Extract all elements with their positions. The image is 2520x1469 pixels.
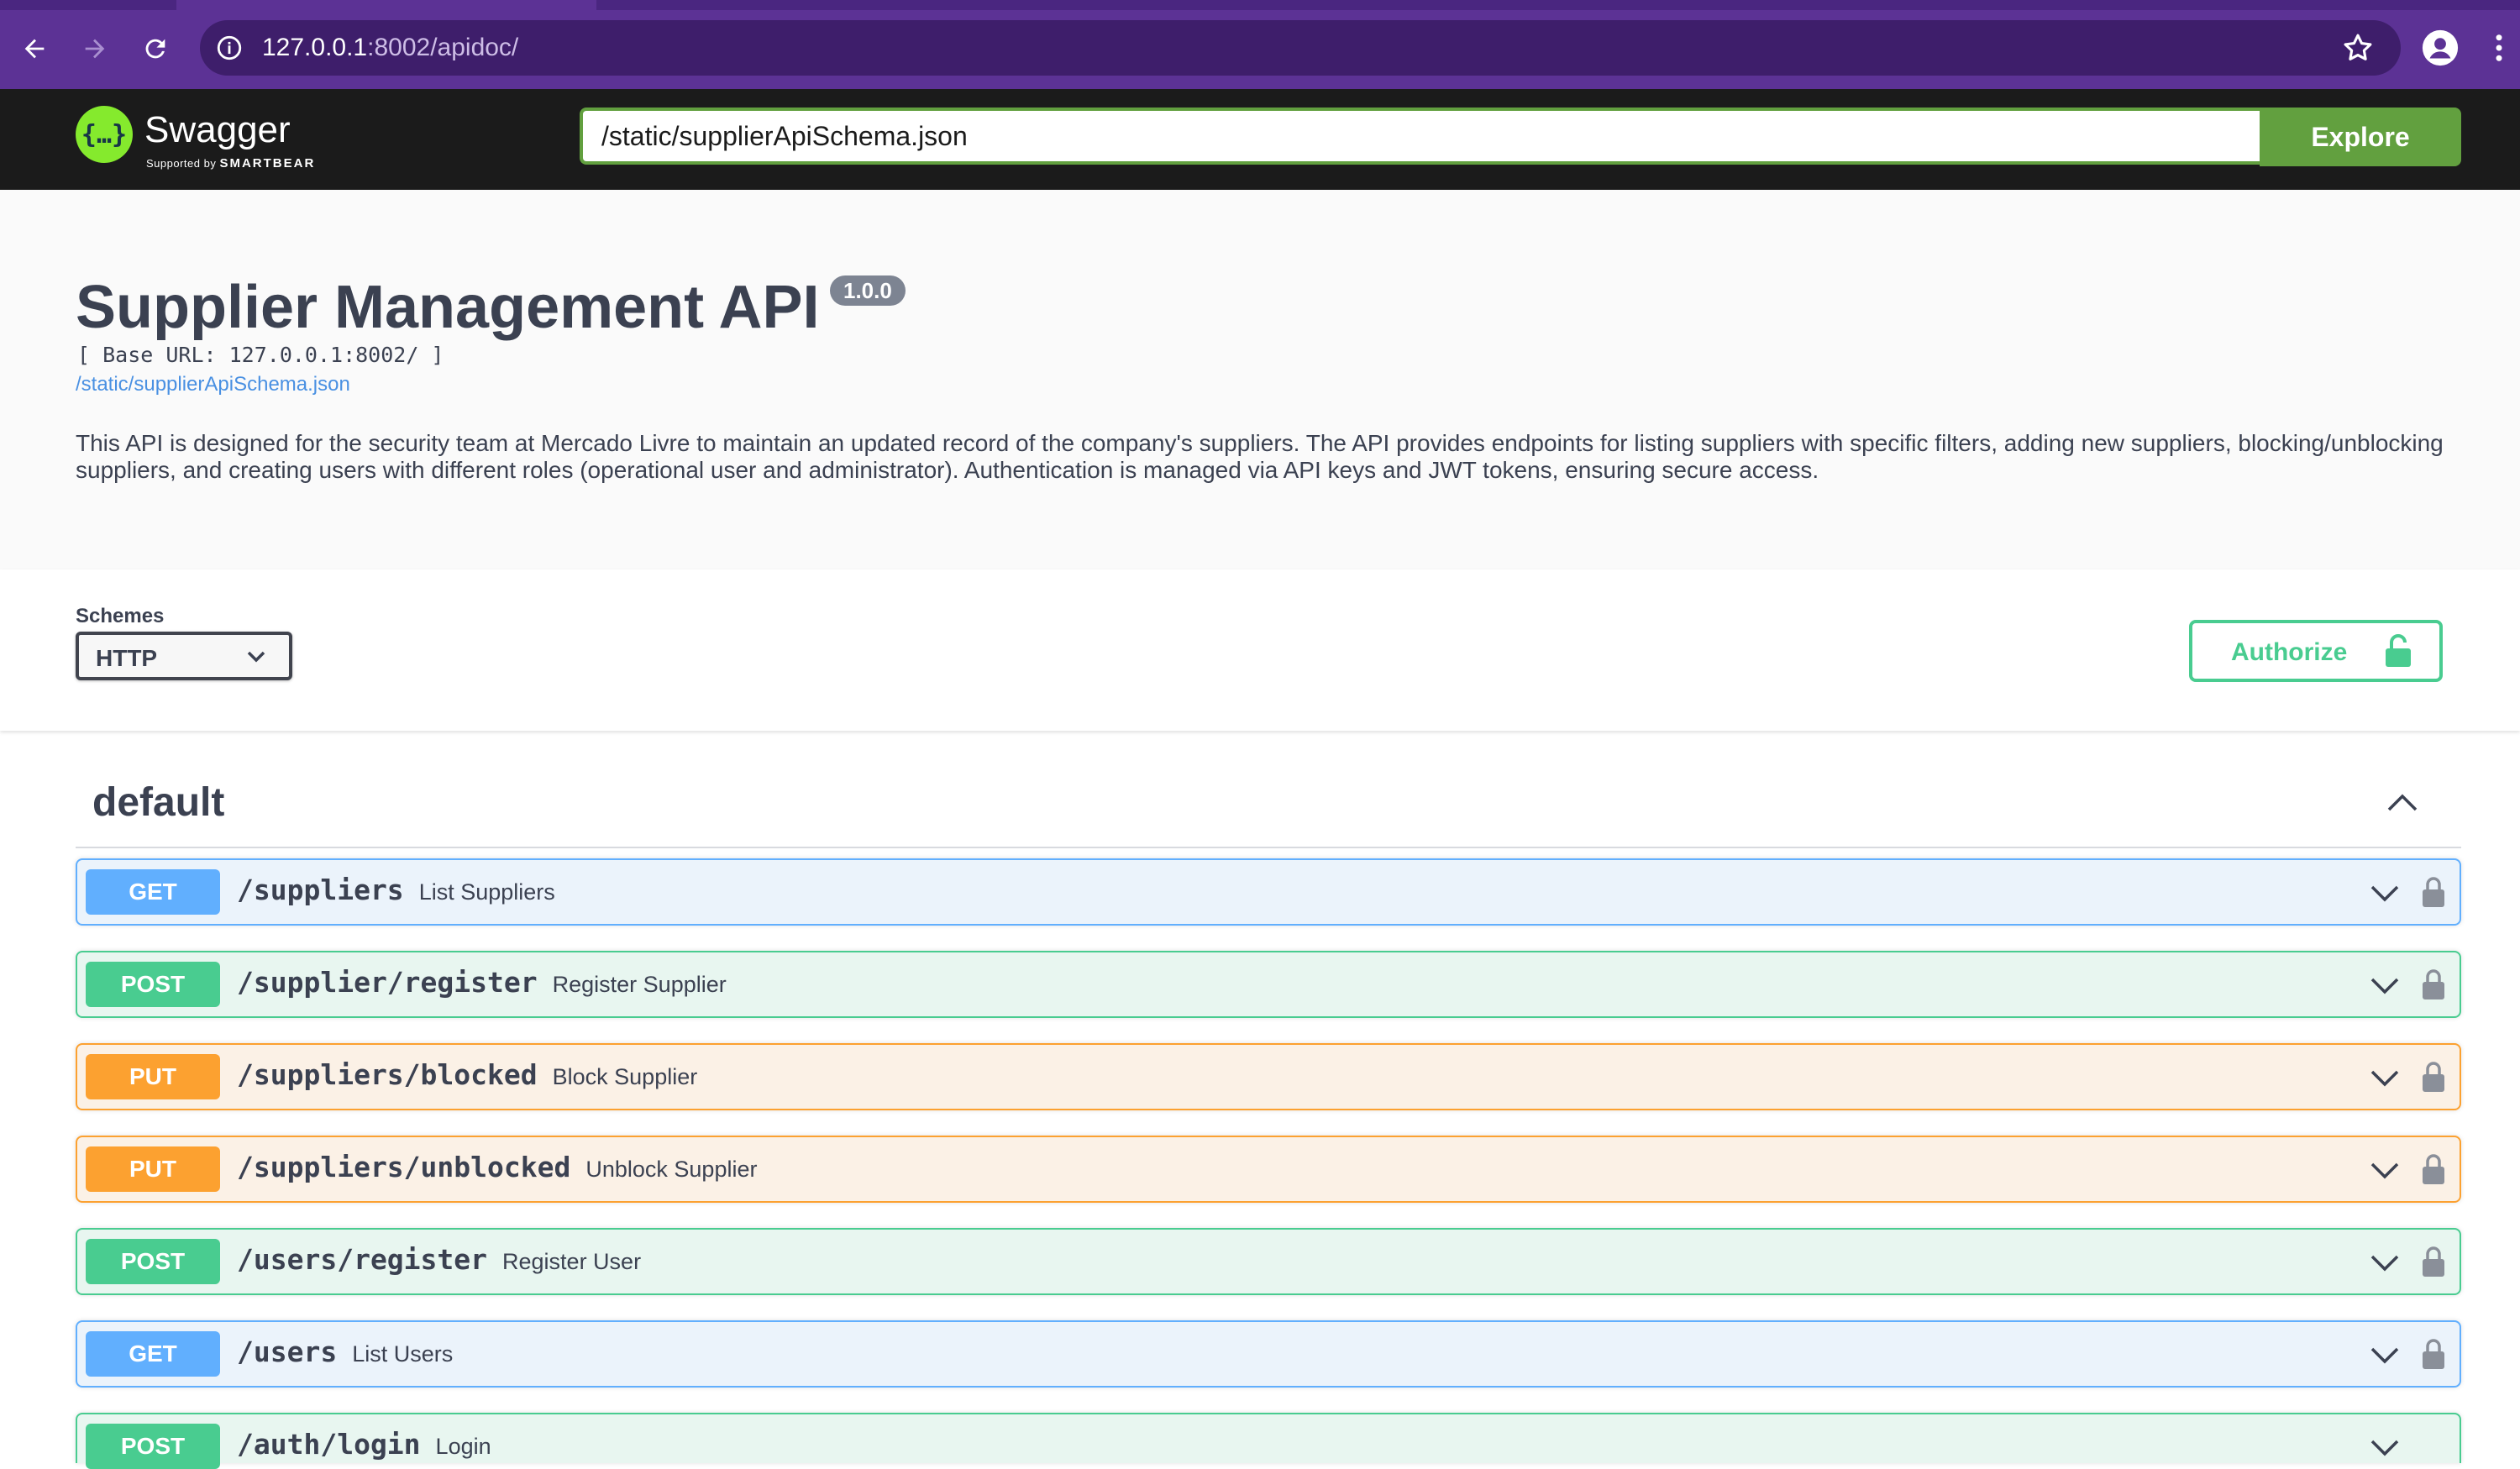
- path-text: /suppliers/blocked: [237, 1058, 538, 1091]
- path-text: /supplier/register: [237, 966, 538, 999]
- chevron-down-icon: [245, 648, 267, 665]
- operation-summary: List Users: [352, 1341, 454, 1367]
- method-badge: GET: [86, 869, 220, 915]
- path-text: /auth/login: [237, 1428, 421, 1461]
- url-host: 127.0.0.1: [262, 34, 368, 61]
- operation-summary: Register User: [502, 1249, 642, 1274]
- lock-icon[interactable]: [2421, 1337, 2446, 1371]
- lock-icon[interactable]: [2421, 875, 2446, 909]
- active-tab[interactable]: [176, 0, 596, 10]
- chevron-down-icon[interactable]: [2369, 1253, 2401, 1273]
- tagline-prefix: Supported by: [146, 157, 220, 170]
- path-text: /users/register: [237, 1243, 488, 1276]
- authorize-label: Authorize: [2231, 638, 2348, 666]
- operation-summary: Register Supplier: [552, 972, 727, 997]
- operation-get-suppliers[interactable]: GET /suppliers List Suppliers: [76, 858, 2461, 926]
- path-text: /suppliers/unblocked: [237, 1151, 571, 1183]
- url-path: :8002/apidoc/: [367, 34, 519, 61]
- spec-url-input[interactable]: /static/supplierApiSchema.json: [580, 108, 2260, 165]
- operation-summary: Unblock Supplier: [585, 1157, 758, 1182]
- operation-put-suppliers-unblocked[interactable]: PUT /suppliers/unblocked Unblock Supplier: [76, 1136, 2461, 1203]
- operation-path: /supplier/register Register Supplier: [237, 966, 727, 999]
- chevron-down-icon[interactable]: [2369, 1438, 2401, 1458]
- api-description: This API is designed for the security te…: [76, 430, 2444, 483]
- chevron-down-icon[interactable]: [2369, 976, 2401, 996]
- tag-name: default: [92, 780, 225, 825]
- browser-toolbar: 127.0.0.1:8002/apidoc/: [0, 0, 2520, 89]
- site-info-icon[interactable]: [215, 34, 244, 62]
- operation-summary: Block Supplier: [552, 1064, 698, 1089]
- operation-post-users-register[interactable]: POST /users/register Register User: [76, 1228, 2461, 1295]
- lock-icon[interactable]: [2421, 968, 2446, 1001]
- operation-summary: Login: [435, 1434, 491, 1459]
- back-icon[interactable]: [13, 28, 55, 70]
- swagger-logo-icon[interactable]: {…}: [76, 106, 133, 163]
- operation-path: /suppliers/unblocked Unblock Supplier: [237, 1151, 757, 1183]
- swagger-topbar: {…} Swagger Supported by SMARTBEAR /stat…: [0, 89, 2520, 190]
- schemes-label: Schemes: [76, 605, 165, 627]
- chevron-up-icon[interactable]: [2386, 790, 2419, 813]
- method-badge: GET: [86, 1331, 220, 1377]
- smartbear-tagline: Supported by SMARTBEAR: [146, 156, 315, 171]
- version-badge: 1.0.0: [830, 275, 906, 306]
- schemes-select[interactable]: HTTP: [76, 632, 292, 680]
- operation-path: /suppliers/blocked Block Supplier: [237, 1058, 697, 1091]
- tag-section-header[interactable]: default: [76, 764, 2461, 848]
- method-badge: POST: [86, 1239, 220, 1284]
- schemes-selected-value: HTTP: [96, 645, 158, 671]
- forward-icon[interactable]: [74, 28, 116, 70]
- operation-path: /suppliers List Suppliers: [237, 874, 555, 906]
- operation-put-suppliers-blocked[interactable]: PUT /suppliers/blocked Block Supplier: [76, 1043, 2461, 1110]
- lock-open-icon: [2384, 633, 2412, 669]
- method-badge: POST: [86, 962, 220, 1007]
- address-bar[interactable]: [200, 20, 2401, 76]
- operation-get-users[interactable]: GET /users List Users: [76, 1320, 2461, 1388]
- schemes-bar: Schemes HTTP Authorize: [0, 569, 2520, 731]
- lock-icon[interactable]: [2421, 1060, 2446, 1094]
- operation-post-auth-login[interactable]: POST /auth/login Login: [76, 1413, 2461, 1469]
- operation-path: /auth/login Login: [237, 1428, 491, 1461]
- lock-icon[interactable]: [2421, 1245, 2446, 1278]
- api-info-section: Supplier Management API 1.0.0 [ Base URL…: [0, 190, 2520, 569]
- path-text: /users: [237, 1335, 338, 1368]
- method-badge: PUT: [86, 1054, 220, 1099]
- operation-post-supplier-register[interactable]: POST /supplier/register Register Supplier: [76, 951, 2461, 1018]
- operation-path: /users/register Register User: [237, 1243, 641, 1276]
- browser-menu-icon[interactable]: [2486, 30, 2512, 66]
- base-url: [ Base URL: 127.0.0.1:8002/ ]: [77, 343, 444, 367]
- profile-avatar-icon[interactable]: [2421, 29, 2460, 67]
- spec-link[interactable]: /static/supplierApiSchema.json: [76, 373, 350, 396]
- method-badge: PUT: [86, 1146, 220, 1192]
- chevron-down-icon[interactable]: [2369, 1161, 2401, 1181]
- swagger-logo-text: Swagger: [144, 109, 291, 150]
- reload-icon[interactable]: [134, 28, 176, 70]
- operation-path: /users List Users: [237, 1335, 453, 1368]
- chevron-down-icon[interactable]: [2369, 1346, 2401, 1366]
- bookmark-star-icon[interactable]: [2340, 30, 2376, 66]
- api-title: Supplier Management API: [76, 274, 820, 341]
- authorize-button[interactable]: Authorize: [2189, 620, 2443, 682]
- method-badge: POST: [86, 1424, 220, 1469]
- lock-icon[interactable]: [2421, 1152, 2446, 1186]
- tagline-brand: SMARTBEAR: [219, 156, 316, 171]
- operation-summary: List Suppliers: [418, 879, 555, 905]
- path-text: /suppliers: [237, 874, 404, 906]
- explore-button[interactable]: Explore: [2260, 108, 2461, 166]
- address-url[interactable]: 127.0.0.1:8002/apidoc/: [262, 32, 518, 64]
- chevron-down-icon[interactable]: [2369, 1068, 2401, 1089]
- chevron-down-icon[interactable]: [2369, 884, 2401, 904]
